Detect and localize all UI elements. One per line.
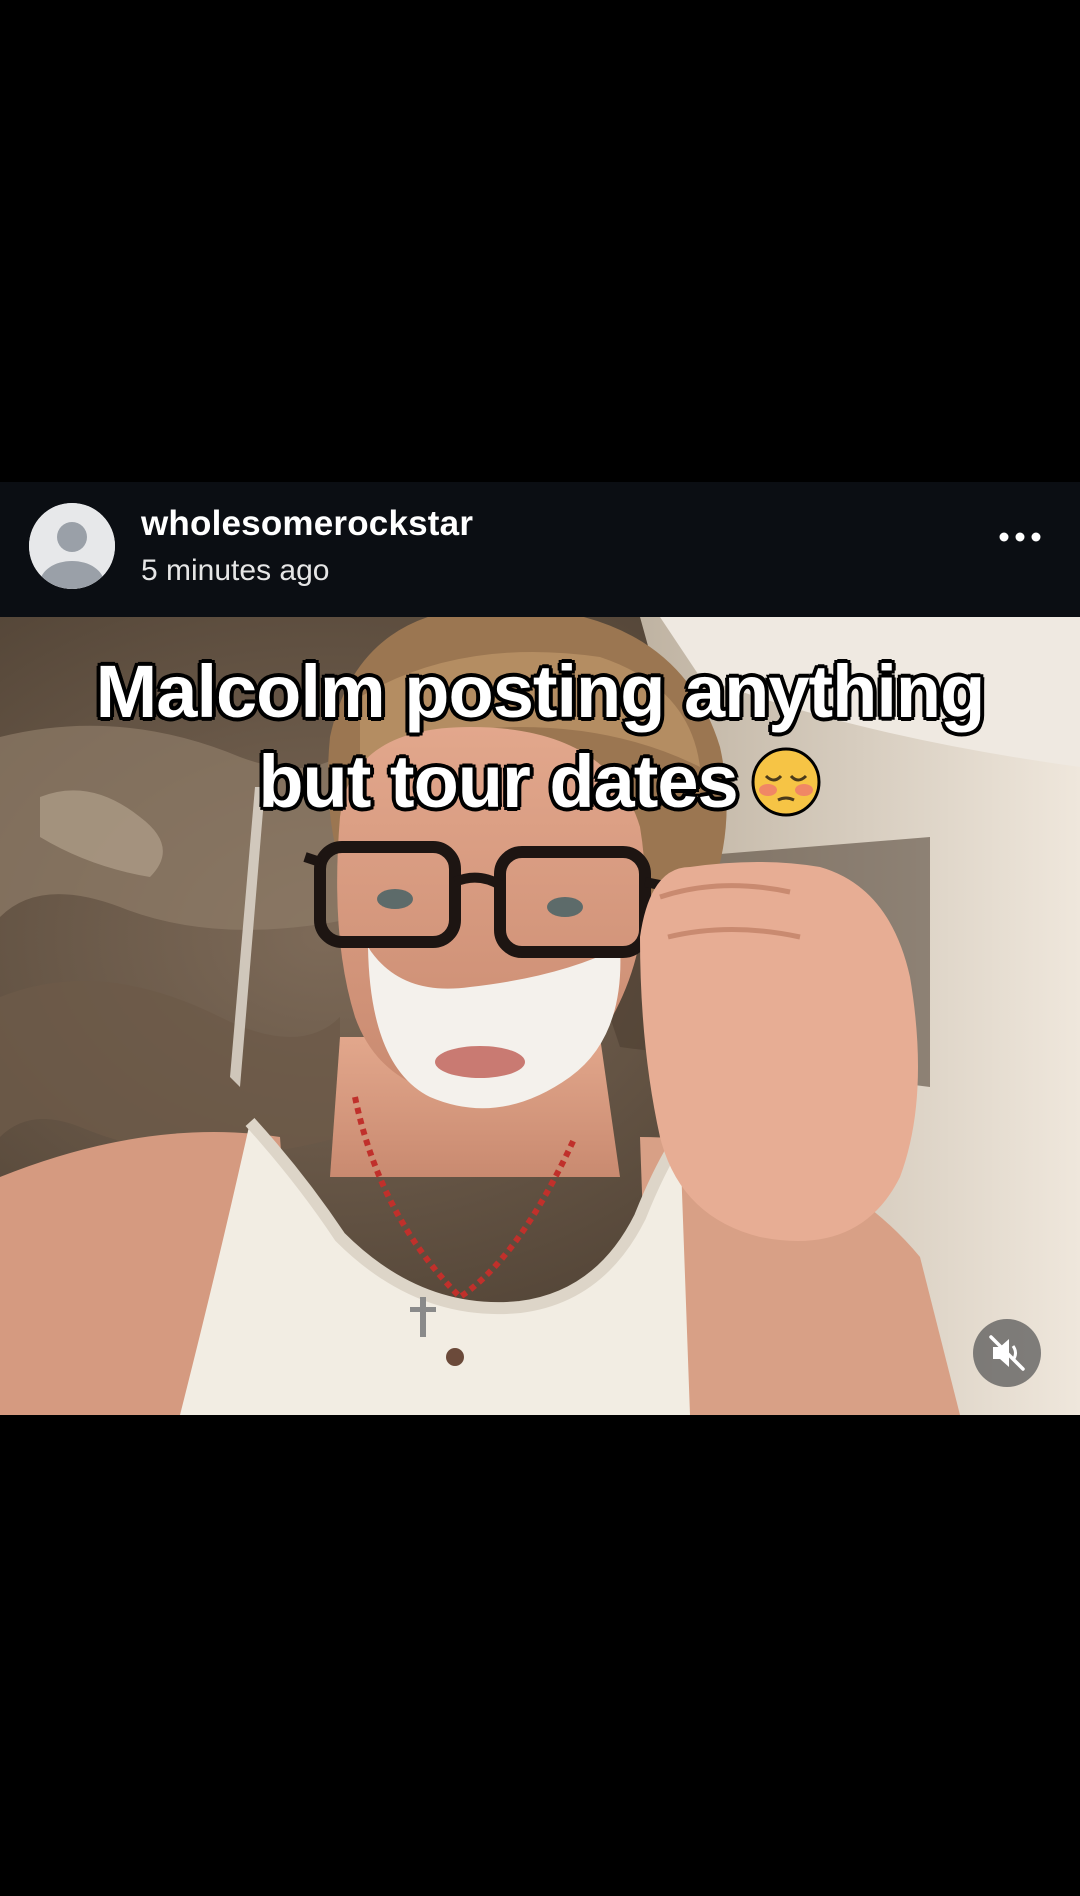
caption-line-2-text: but tour dates — [258, 740, 738, 823]
video-caption: Malcolm posting anything but tour dates — [40, 647, 1040, 827]
post-timestamp: 5 minutes ago — [141, 554, 330, 587]
mute-toggle-button[interactable] — [973, 1319, 1041, 1387]
muted-speaker-icon — [989, 1335, 1025, 1371]
video-player[interactable]: Malcolm posting anything but tour dates — [0, 617, 1080, 1415]
default-user-icon — [29, 503, 115, 589]
more-options-button[interactable] — [990, 512, 1050, 562]
screen: wholesomerockstar 5 minutes ago Malcolm … — [0, 0, 1080, 1896]
flushed-face-icon — [751, 747, 821, 817]
more-options-icon — [999, 532, 1041, 542]
caption-line-2: but tour dates — [40, 737, 1040, 827]
caption-line-1: Malcolm posting anything — [95, 650, 986, 733]
post-header: wholesomerockstar 5 minutes ago — [0, 482, 1080, 617]
username[interactable]: wholesomerockstar — [141, 504, 473, 544]
avatar[interactable] — [29, 503, 115, 589]
